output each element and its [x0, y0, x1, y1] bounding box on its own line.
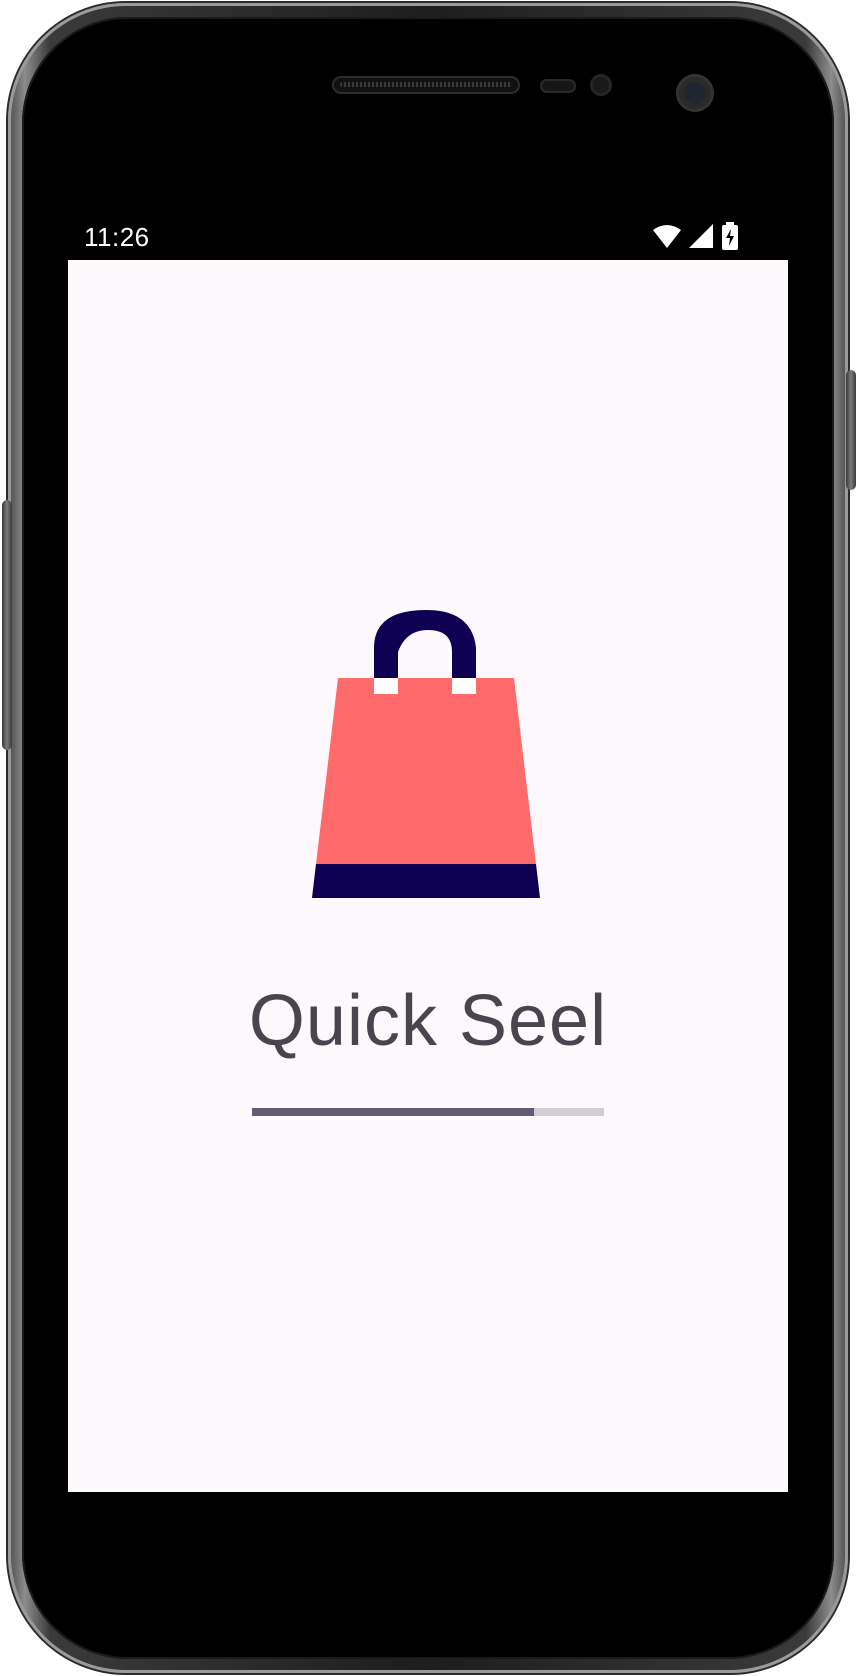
status-time: 11:26: [84, 222, 150, 252]
status-icons: [652, 222, 740, 250]
proximity-sensor: [540, 79, 576, 93]
front-camera: [676, 74, 714, 112]
loading-progress-bar: [252, 1108, 604, 1116]
wifi-icon: [653, 225, 681, 248]
power-button: [846, 370, 856, 490]
earpiece-speaker: [332, 76, 520, 94]
app-title: Quick Seel: [248, 981, 608, 1061]
loading-progress-fill: [252, 1108, 534, 1116]
app-screen: 11:26 Quick Seel: [68, 212, 788, 1492]
cellular-signal-icon: [689, 224, 713, 248]
shopping-bag-icon: [308, 600, 548, 900]
light-sensor: [590, 74, 612, 96]
status-bar: 11:26: [68, 212, 788, 260]
volume-button: [2, 500, 12, 750]
battery-charging-icon: [722, 222, 738, 250]
